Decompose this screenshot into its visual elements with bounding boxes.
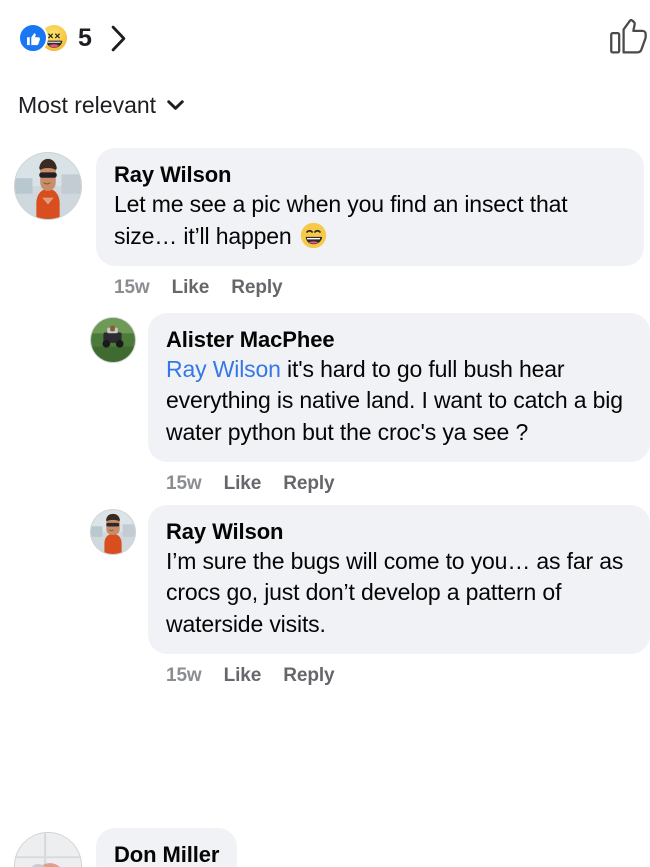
comment-body: Ray Wilson I’m sure the bugs will come t… [148, 504, 650, 687]
reaction-icon-group[interactable] [18, 23, 69, 53]
comment-author[interactable]: Alister MacPhee [166, 325, 632, 354]
comment-timestamp: 15w [166, 664, 202, 686]
like-reaction-icon[interactable] [18, 23, 48, 53]
comment-actions: 15w Like Reply [166, 665, 335, 687]
comment-item: Alister MacPhee Ray Wilson it's hard to … [0, 312, 650, 495]
comment-text-body: Let me see a pic when you find an insect… [114, 191, 568, 249]
reply-button[interactable]: Reply [231, 277, 282, 299]
comment-bubble: Ray Wilson I’m sure the bugs will come t… [148, 504, 650, 654]
comment-item: Ray Wilson Let me see a pic when you fin… [0, 148, 650, 299]
avatar[interactable] [90, 316, 136, 363]
comment-item: Ray Wilson I’m sure the bugs will come t… [0, 504, 650, 687]
reaction-count: 5 [78, 23, 92, 52]
avatar[interactable] [14, 152, 82, 220]
comment-timestamp: 15w [166, 472, 202, 494]
like-button[interactable]: Like [224, 665, 262, 687]
comment-sort-dropdown[interactable]: Most relevant [18, 94, 184, 117]
comment-actions: 15w Like Reply [166, 473, 335, 495]
reply-button[interactable]: Reply [283, 473, 334, 495]
comment-author[interactable]: Ray Wilson [114, 160, 626, 189]
comment-thread: Ray Wilson Let me see a pic when you fin… [0, 148, 650, 687]
reply-button[interactable]: Reply [283, 665, 334, 687]
facebook-comments-screen: 5 Most relevant Ray Wilson Let me see a … [0, 0, 650, 867]
avatar[interactable] [14, 832, 82, 867]
comment-body: Don Miller [96, 828, 238, 867]
comment-body: Ray Wilson Let me see a pic when you fin… [96, 148, 644, 299]
comment-bubble: Don Miller [96, 828, 238, 867]
mention-link[interactable]: Ray Wilson [166, 356, 281, 382]
comment-author[interactable]: Ray Wilson [166, 517, 632, 546]
comment-body: Alister MacPhee Ray Wilson it's hard to … [148, 312, 650, 495]
comment-item: Don Miller [0, 828, 650, 867]
reaction-bar: 5 [0, 0, 650, 76]
comment-bubble: Ray Wilson Let me see a pic when you fin… [96, 148, 644, 266]
grinning-face-emoji [300, 222, 327, 249]
reaction-summary[interactable]: 5 [18, 23, 127, 53]
comment-text: Ray Wilson it's hard to go full bush hea… [166, 354, 632, 448]
like-button[interactable]: Like [224, 473, 262, 495]
like-button[interactable]: Like [172, 277, 210, 299]
avatar[interactable] [90, 508, 136, 555]
comment-author[interactable]: Don Miller [114, 840, 219, 867]
thumbs-up-outline-icon[interactable] [605, 11, 650, 59]
comment-text: I’m sure the bugs will come to you… as f… [166, 548, 624, 637]
sort-label: Most relevant [18, 92, 157, 118]
comment-actions: 15w Like Reply [114, 277, 283, 299]
comment-timestamp: 15w [114, 276, 150, 298]
chevron-down-icon[interactable] [167, 100, 184, 111]
clipped-comment-row: Don Miller [0, 828, 650, 867]
chevron-right-icon[interactable] [110, 25, 127, 52]
comment-text: Let me see a pic when you find an insect… [114, 189, 626, 252]
comment-bubble: Alister MacPhee Ray Wilson it's hard to … [148, 312, 650, 462]
